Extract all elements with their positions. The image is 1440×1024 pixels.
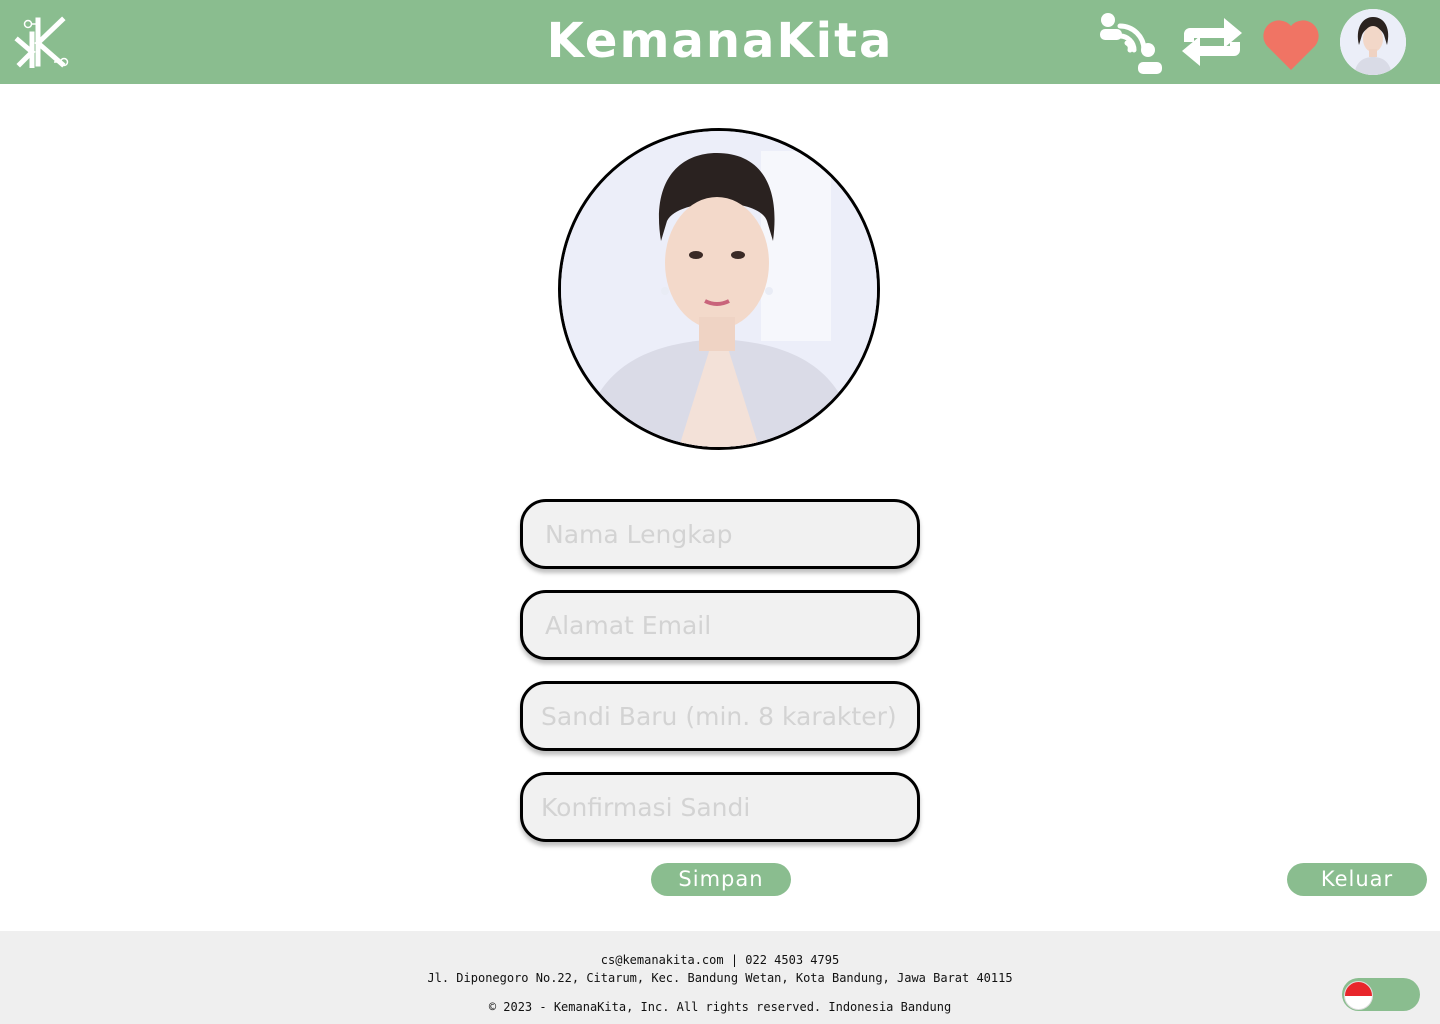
- kk-logo-icon[interactable]: [14, 16, 70, 69]
- footer-copyright: © 2023 - KemanaKita, Inc. All rights res…: [488, 1000, 952, 1014]
- language-toggle[interactable]: [1342, 978, 1420, 1011]
- travelers-wifi-icon[interactable]: [1098, 12, 1164, 76]
- indonesia-flag-icon: [1344, 981, 1373, 1010]
- logout-button[interactable]: Keluar: [1287, 863, 1427, 896]
- full-name-field-wrapper: [520, 499, 920, 569]
- confirm-password-field-wrapper: [520, 772, 920, 842]
- heart-icon[interactable]: [1260, 16, 1322, 72]
- top-navigation-bar: KemanaKita: [0, 0, 1440, 84]
- swap-arrows-icon[interactable]: [1178, 12, 1246, 72]
- footer-contact: cs@kemanakita.com | 022 4503 4795: [600, 953, 840, 967]
- confirm-password-input[interactable]: [523, 775, 917, 839]
- new-password-field-wrapper: [520, 681, 920, 751]
- footer-address: Jl. Diponegoro No.22, Citarum, Kec. Band…: [427, 971, 1013, 985]
- email-input[interactable]: [523, 593, 917, 657]
- full-name-input[interactable]: [523, 502, 917, 566]
- footer: cs@kemanakita.com | 022 4503 4795 Jl. Di…: [0, 931, 1440, 1024]
- profile-photo[interactable]: [558, 128, 880, 450]
- user-avatar[interactable]: [1340, 9, 1406, 75]
- new-password-input[interactable]: [523, 684, 917, 748]
- email-field-wrapper: [520, 590, 920, 660]
- save-button[interactable]: Simpan: [651, 863, 791, 896]
